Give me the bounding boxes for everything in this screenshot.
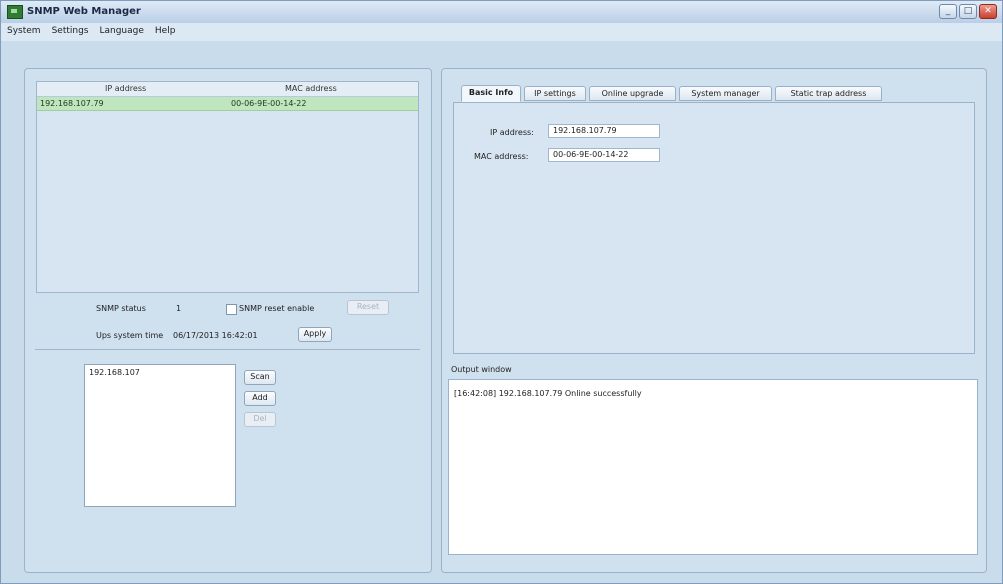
tab-online-upgrade[interactable]: Online upgrade: [589, 86, 676, 101]
window-title: SNMP Web Manager: [27, 6, 141, 17]
close-button[interactable]: ✕: [979, 4, 997, 19]
menu-help[interactable]: Help: [149, 23, 181, 36]
basic-info-content: IP address: 192.168.107.79 MAC address: …: [453, 102, 975, 354]
tab-system-manager[interactable]: System manager: [679, 86, 772, 101]
ups-time-label: Ups system time: [96, 331, 164, 340]
divider: [35, 349, 420, 350]
menu-settings[interactable]: Settings: [46, 23, 94, 36]
snmp-reset-label: SNMP reset enable: [239, 304, 315, 313]
ups-time-value: 06/17/2013 16:42:01: [173, 331, 258, 340]
output-window[interactable]: [16:42:08] 192.168.107.79 Online success…: [448, 379, 978, 555]
column-header-ip[interactable]: IP address: [105, 84, 146, 93]
list-item[interactable]: 192.168.107: [89, 368, 140, 377]
minimize-button[interactable]: _: [939, 4, 957, 19]
tab-basic-info[interactable]: Basic Info: [461, 85, 521, 102]
snmp-reset-checkbox[interactable]: [226, 304, 237, 315]
maximize-button[interactable]: □: [959, 4, 977, 19]
scan-button[interactable]: Scan: [244, 370, 276, 385]
app-window: SNMP Web Manager _ □ ✕ System Settings Lan…: [0, 0, 1003, 584]
row-ip: 192.168.107.79: [40, 99, 104, 108]
delete-button[interactable]: Del: [244, 412, 276, 427]
output-window-label: Output window: [451, 365, 512, 374]
ip-address-label: IP address:: [490, 128, 534, 137]
table-row[interactable]: 192.168.107.79 00-06-9E-00-14-22: [37, 97, 418, 111]
menu-language[interactable]: Language: [93, 23, 148, 36]
log-line: [16:42:08] 192.168.107.79 Online success…: [454, 389, 642, 398]
table-header: IP address MAC address: [37, 82, 418, 97]
menu-system[interactable]: System: [1, 23, 46, 36]
row-mac: 00-06-9E-00-14-22: [231, 99, 307, 108]
tab-static-trap-address[interactable]: Static trap address: [775, 86, 882, 101]
apply-button[interactable]: Apply: [298, 327, 332, 342]
ip-range-list[interactable]: 192.168.107: [84, 364, 236, 507]
snmp-status-label: SNMP status: [96, 304, 146, 313]
mac-address-label: MAC address:: [474, 152, 529, 161]
device-table: IP address MAC address 192.168.107.79 00…: [36, 81, 419, 293]
tab-ip-settings[interactable]: IP settings: [524, 86, 586, 101]
add-button[interactable]: Add: [244, 391, 276, 406]
title-bar[interactable]: SNMP Web Manager _ □ ✕: [1, 1, 1002, 24]
app-icon: [7, 5, 23, 19]
ip-address-field[interactable]: 192.168.107.79: [548, 124, 660, 138]
mac-address-field[interactable]: 00-06-9E-00-14-22: [548, 148, 660, 162]
column-header-mac[interactable]: MAC address: [285, 84, 337, 93]
snmp-status-value: 1: [176, 304, 182, 313]
reset-button[interactable]: Reset: [347, 300, 389, 315]
menu-bar: System Settings Language Help: [1, 23, 1002, 41]
